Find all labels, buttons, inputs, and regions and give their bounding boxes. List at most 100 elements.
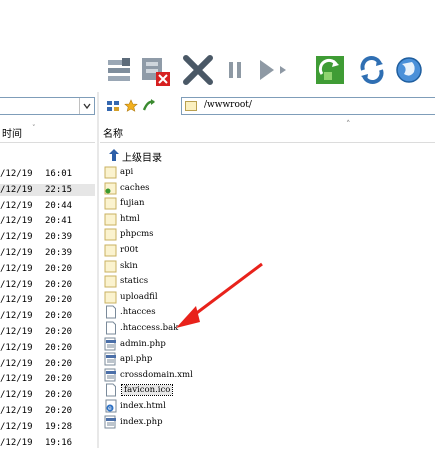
favorite-star-icon[interactable] bbox=[124, 98, 138, 114]
list-item[interactable]: /12/19 19:28 bbox=[0, 421, 95, 433]
row-time: 20:20 bbox=[45, 295, 73, 306]
file-row[interactable]: admin.php bbox=[104, 337, 434, 351]
row-date: /12/19 bbox=[0, 406, 33, 416]
toolbar bbox=[0, 0, 435, 92]
row-time: 20:20 bbox=[45, 374, 73, 385]
view-icon[interactable] bbox=[106, 98, 120, 114]
file-name: caches bbox=[120, 182, 150, 193]
row-date: /12/19 bbox=[0, 200, 33, 211]
list-item[interactable]: /12/19 20:20 bbox=[0, 389, 95, 401]
list-item[interactable]: /12/19 20:20 bbox=[0, 326, 95, 338]
pane-divider[interactable] bbox=[97, 92, 99, 448]
list-item[interactable]: /12/19 20:41 bbox=[0, 215, 95, 227]
delete-queue-icon[interactable] bbox=[138, 52, 174, 88]
php-file-icon bbox=[104, 415, 118, 429]
row-time: 20:20 bbox=[45, 390, 73, 401]
file-file-icon bbox=[104, 321, 118, 335]
pause-icon[interactable] bbox=[226, 52, 246, 88]
site-manager-icon[interactable] bbox=[394, 52, 424, 88]
row-date: /12/19 bbox=[0, 390, 33, 401]
folder-icon bbox=[104, 212, 118, 226]
row-time: 20:20 bbox=[45, 263, 73, 274]
row-date: /12/19 bbox=[0, 295, 33, 306]
file-name: .htaccess.bak bbox=[120, 323, 179, 333]
name-column-label: 名称 bbox=[103, 129, 123, 140]
php-file-icon bbox=[104, 337, 118, 351]
file-row[interactable]: skin bbox=[104, 259, 434, 273]
file-row[interactable]: r00t bbox=[104, 243, 434, 257]
list-item[interactable]: /12/19 20:39 bbox=[0, 231, 95, 243]
list-item[interactable]: /12/19 19:16 bbox=[0, 437, 95, 449]
row-date: /12/19 bbox=[0, 342, 33, 353]
row-date: /12/19 bbox=[0, 248, 33, 258]
list-item[interactable]: /12/19 20:20 bbox=[0, 310, 95, 322]
list-item[interactable]: /12/19 20:20 bbox=[0, 263, 95, 275]
list-item[interactable]: /12/19 20:20 bbox=[0, 358, 95, 370]
sync-icon[interactable] bbox=[358, 52, 386, 88]
file-name: api.php bbox=[120, 354, 153, 365]
remote-path-field[interactable]: /wwwroot/ bbox=[181, 97, 435, 115]
file-row[interactable]: .htaccess.bak bbox=[104, 321, 434, 335]
list-item[interactable]: /12/19 20:20 bbox=[0, 342, 95, 354]
row-time: 20:20 bbox=[45, 311, 73, 322]
file-row[interactable]: fujian bbox=[104, 196, 434, 210]
file-row[interactable]: favicon.ico bbox=[104, 383, 434, 397]
file-name: crossdomain.xml bbox=[120, 369, 193, 380]
file-row[interactable]: statics bbox=[104, 274, 434, 288]
local-path-combo[interactable] bbox=[0, 97, 95, 115]
file-name: phpcms bbox=[120, 229, 154, 240]
file-row[interactable]: e index.html bbox=[104, 399, 434, 413]
php-file-icon bbox=[104, 352, 118, 366]
list-item[interactable]: /12/19 20:20 bbox=[0, 405, 95, 417]
row-date: /12/19 bbox=[0, 437, 33, 448]
go-icon[interactable] bbox=[142, 98, 156, 114]
file-row[interactable]: crossdomain.xml bbox=[104, 368, 434, 382]
file-name: index.html bbox=[120, 401, 166, 411]
folder-icon bbox=[185, 100, 197, 111]
file-row[interactable]: api bbox=[104, 165, 434, 179]
file-row[interactable]: caches bbox=[104, 181, 434, 195]
file-row[interactable]: api.php bbox=[104, 352, 434, 366]
row-date: /12/19 bbox=[0, 279, 33, 290]
row-time: 19:28 bbox=[45, 421, 73, 432]
left-column-header[interactable]: 时间 ˅ bbox=[0, 120, 95, 143]
row-time: 20:20 bbox=[45, 327, 73, 337]
row-time: 20:20 bbox=[45, 406, 73, 416]
file-row[interactable]: .htacces bbox=[104, 305, 434, 319]
file-row[interactable]: html bbox=[104, 212, 434, 226]
refresh-local-icon[interactable] bbox=[312, 52, 348, 88]
file-row[interactable]: index.php bbox=[104, 415, 434, 429]
list-item[interactable]: /12/19 20:20 bbox=[0, 279, 95, 291]
right-column-header[interactable]: 名称 ˄ bbox=[100, 120, 435, 143]
sort-indicator-icon: ˄ bbox=[346, 120, 351, 130]
list-item[interactable]: /12/19 16:01 bbox=[0, 168, 95, 180]
list-item[interactable]: /12/19 20:20 bbox=[0, 373, 95, 385]
file-name: .htacces bbox=[120, 307, 156, 318]
transfer-queue-icon[interactable] bbox=[106, 52, 134, 88]
remote-path-text: /wwwroot/ bbox=[204, 100, 252, 110]
row-time: 20:44 bbox=[45, 200, 73, 211]
row-date: /12/19 bbox=[0, 327, 33, 337]
list-item[interactable]: /12/19 20:39 bbox=[0, 247, 95, 259]
file-name: fujian bbox=[120, 198, 145, 209]
file-row[interactable]: uploadfil bbox=[104, 290, 434, 304]
folder-icon bbox=[104, 259, 118, 273]
file-name: api bbox=[120, 167, 134, 177]
start-transfer-icon[interactable] bbox=[256, 52, 292, 88]
list-item[interactable]: /12/19 20:44 bbox=[0, 200, 95, 212]
row-time: 19:16 bbox=[45, 437, 73, 448]
row-date: /12/19 bbox=[0, 169, 33, 179]
list-item[interactable]: /12/19 20:20 bbox=[0, 294, 95, 306]
sort-indicator-icon: ˅ bbox=[32, 124, 36, 132]
list-item[interactable]: /12/19 22:15 bbox=[0, 183, 95, 196]
chevron-down-icon[interactable] bbox=[79, 98, 94, 114]
row-date: /12/19 bbox=[0, 216, 33, 227]
cancel-icon[interactable] bbox=[182, 52, 214, 88]
row-date: /12/19 bbox=[0, 184, 33, 195]
row-time: 20:20 bbox=[45, 358, 73, 369]
folder-icon bbox=[104, 196, 118, 210]
folder-icon bbox=[104, 243, 118, 257]
row-time: 22:15 bbox=[45, 184, 73, 195]
row-time: 20:41 bbox=[45, 216, 73, 227]
file-row[interactable]: phpcms bbox=[104, 227, 434, 241]
